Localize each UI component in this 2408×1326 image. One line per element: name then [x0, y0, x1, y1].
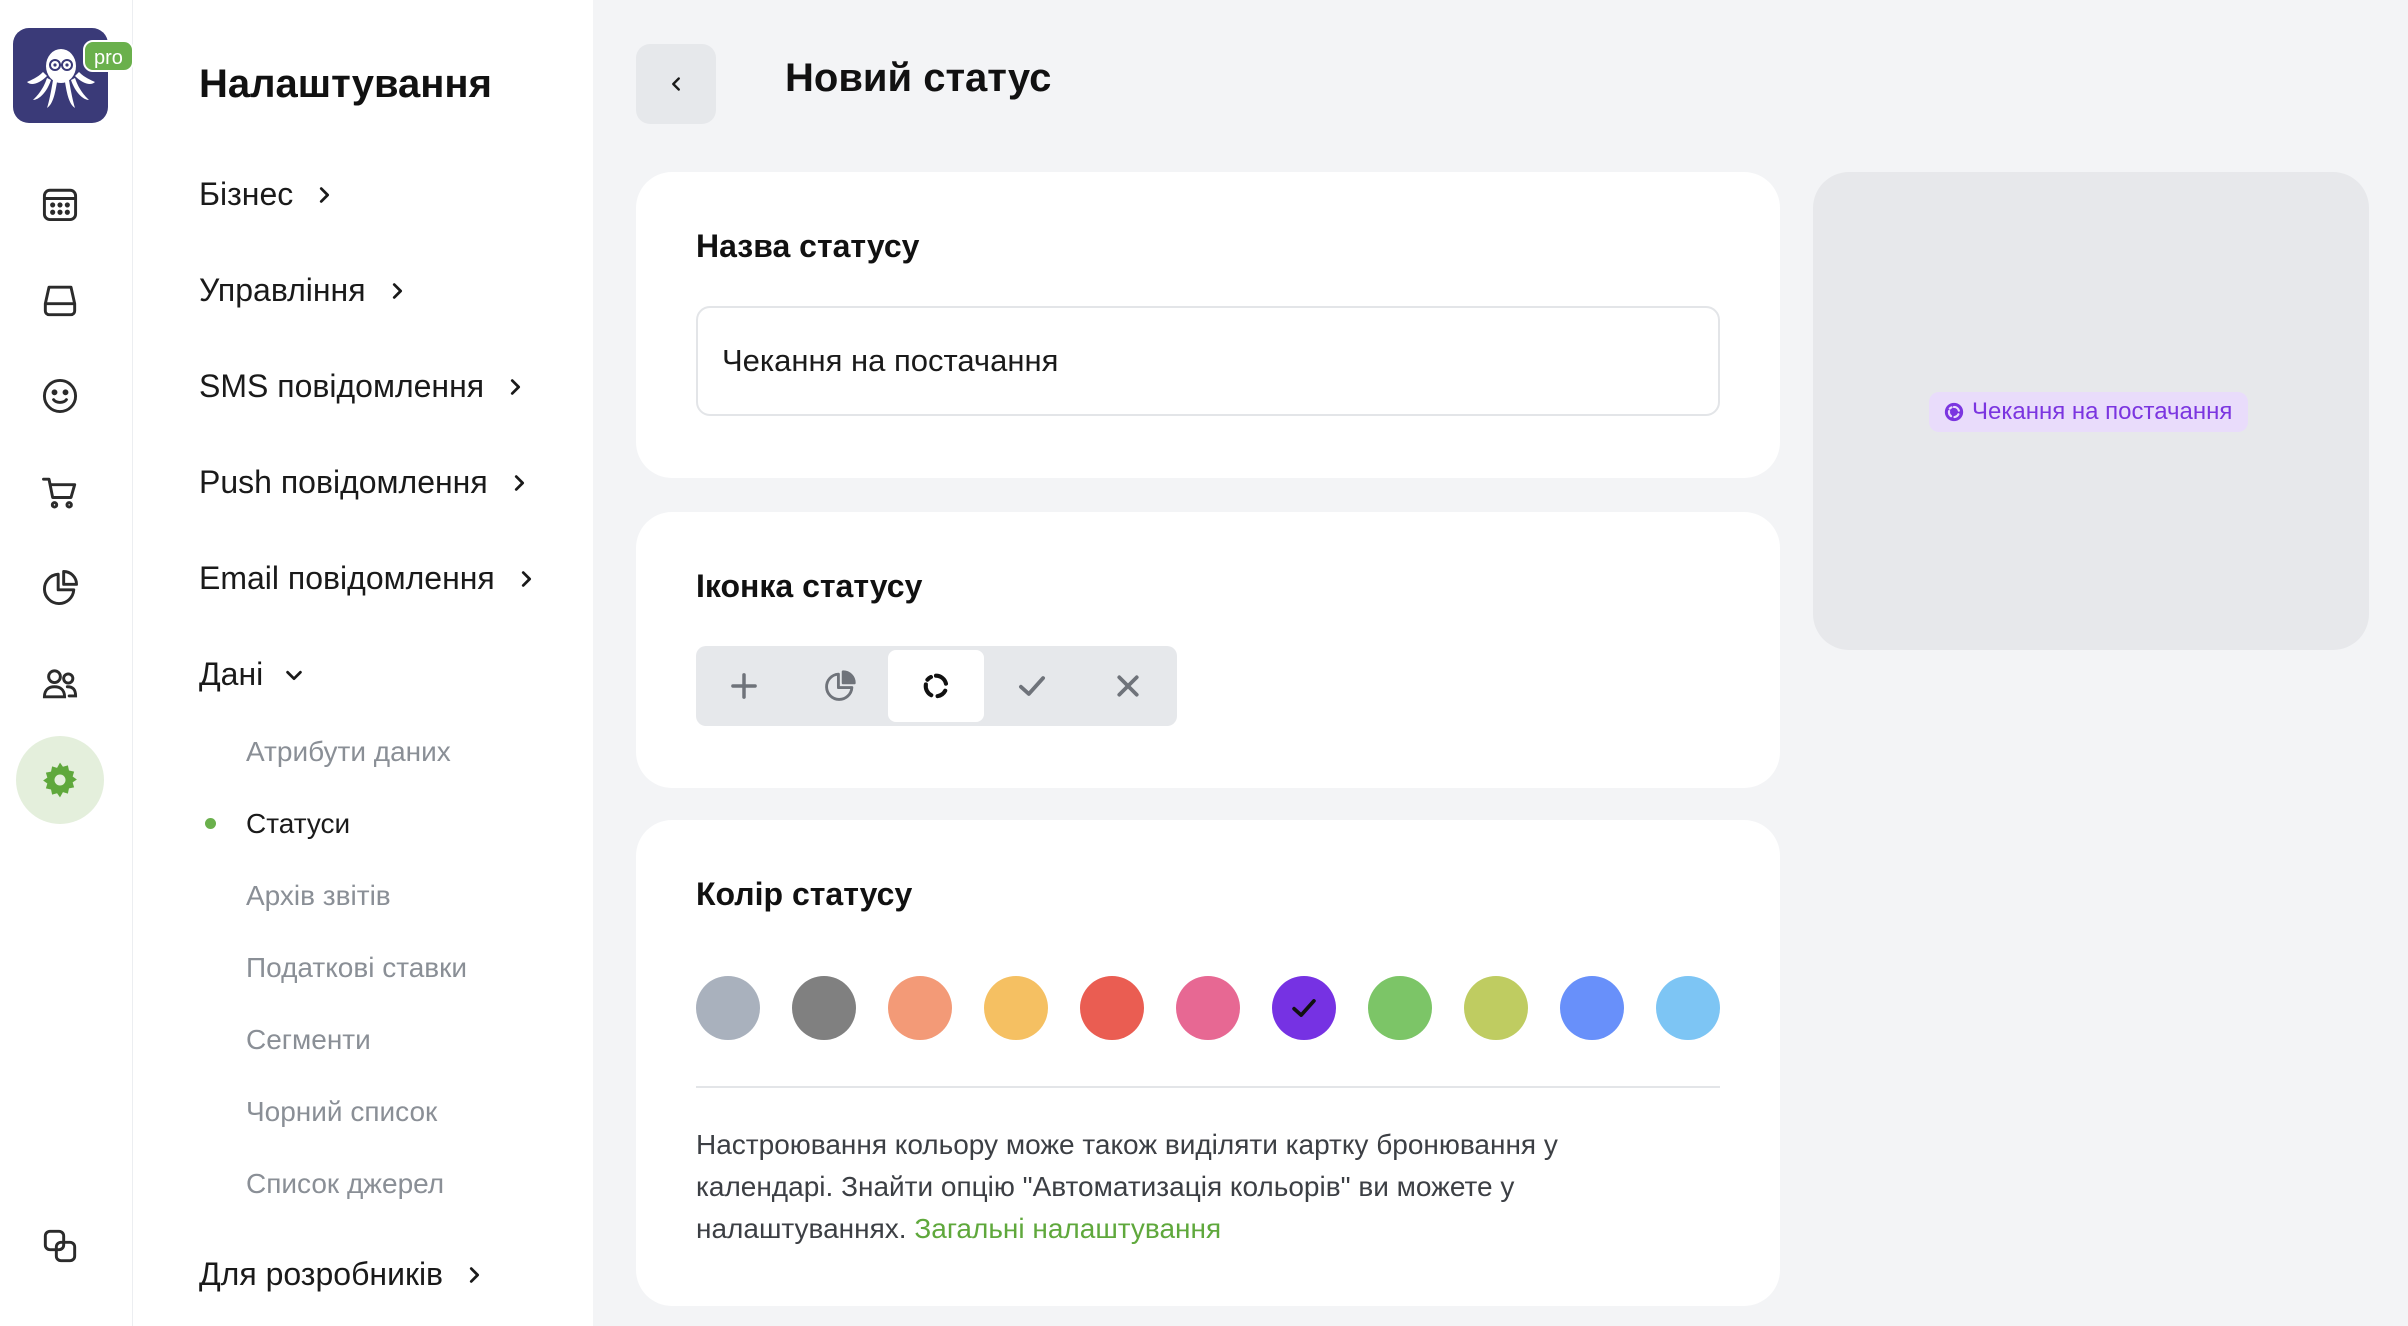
- rail-inbox[interactable]: [16, 256, 104, 344]
- rail-clients[interactable]: [16, 352, 104, 440]
- calendar-icon: [42, 188, 78, 222]
- gear-icon: [43, 762, 77, 798]
- nav-item-email[interactable]: Email повідомлення: [199, 560, 537, 597]
- rail-analytics[interactable]: [16, 544, 104, 632]
- chevron-right-icon: [510, 378, 521, 395]
- nav-item-label: SMS повідомлення: [199, 368, 485, 404]
- nav-item-label: Дані: [199, 656, 264, 692]
- icon-option-close[interactable]: [1080, 650, 1176, 722]
- nav-item-push[interactable]: Push повідомлення: [199, 464, 530, 501]
- color-hint: Настроювання кольору може також виділяти…: [696, 1124, 1656, 1250]
- color-swatch[interactable]: [1560, 976, 1624, 1040]
- rail-shop[interactable]: [16, 448, 104, 536]
- divider: [696, 1086, 1720, 1088]
- color-swatch[interactable]: [984, 976, 1048, 1040]
- nav-item-business[interactable]: Бізнес: [199, 176, 335, 213]
- settings-nav: Налаштування Бізнес Управління SMS повід…: [133, 0, 593, 1326]
- rail-team[interactable]: [16, 640, 104, 728]
- check-icon: [1292, 999, 1316, 1017]
- rail-calendar[interactable]: [16, 160, 104, 248]
- card-title: Назва статусу: [696, 228, 920, 264]
- chevron-left-icon: [672, 77, 680, 91]
- chevron-right-icon: [320, 186, 330, 203]
- nav-item-sms[interactable]: SMS повідомлення: [199, 368, 526, 405]
- smile-icon: [42, 378, 78, 414]
- icon-option-check[interactable]: [984, 650, 1080, 722]
- icon-option-pie[interactable]: [792, 650, 888, 722]
- loading-ring-icon: [1944, 402, 1964, 422]
- close-icon: [1117, 675, 1139, 697]
- general-settings-link[interactable]: Загальні налаштування: [914, 1213, 1221, 1244]
- color-swatch[interactable]: [696, 976, 760, 1040]
- nav-item-label: Email повідомлення: [199, 560, 495, 596]
- status-icon-card: Іконка статусу: [636, 512, 1780, 788]
- nav-sub-segments[interactable]: Сегменти: [246, 1024, 371, 1056]
- plus-icon: [731, 673, 757, 699]
- active-dot: [205, 818, 216, 829]
- inbox-icon: [43, 285, 77, 317]
- copy-icon: [43, 1229, 77, 1263]
- pie-chart-icon: [825, 670, 856, 701]
- chevron-right-icon: [514, 474, 524, 491]
- nav-item-label: Управління: [199, 272, 366, 308]
- loading-ring-icon: [923, 673, 949, 699]
- nav-sub-tax-rates[interactable]: Податкові ставки: [246, 952, 467, 984]
- status-name-card: Назва статусу: [636, 172, 1780, 478]
- status-preview-label: Чекання на постачання: [1972, 398, 2233, 425]
- check-icon: [1019, 676, 1045, 696]
- nav-sub-report-archive[interactable]: Архів звітів: [246, 880, 391, 912]
- card-title: Іконка статусу: [696, 568, 923, 604]
- pro-badge: pro: [83, 40, 134, 72]
- back-button[interactable]: [636, 44, 716, 124]
- chevron-right-icon: [469, 1266, 480, 1283]
- color-swatch[interactable]: [1176, 976, 1240, 1040]
- status-name-input[interactable]: [696, 306, 1720, 416]
- nav-item-management[interactable]: Управління: [199, 272, 408, 309]
- rail-settings[interactable]: [16, 736, 104, 824]
- users-icon: [42, 669, 78, 699]
- app-logo[interactable]: pro: [13, 28, 134, 123]
- nav-item-label: Для розробників: [199, 1256, 444, 1292]
- color-swatch[interactable]: [888, 976, 952, 1040]
- icon-rail: pro: [0, 0, 134, 1326]
- nav-sub-statuses[interactable]: Статуси: [246, 808, 350, 840]
- color-swatch[interactable]: [1656, 976, 1720, 1040]
- nav-item-label: Push повідомлення: [199, 464, 488, 500]
- icon-option-plus[interactable]: [696, 650, 792, 722]
- color-swatch[interactable]: [1368, 976, 1432, 1040]
- pie-chart-icon: [42, 570, 78, 606]
- color-swatches: [696, 976, 1720, 1040]
- nav-sub-sources[interactable]: Список джерел: [246, 1168, 444, 1200]
- status-color-card: Колір статусу Настроювання кольору може …: [636, 820, 1780, 1306]
- color-swatch[interactable]: [1272, 976, 1336, 1040]
- rail-integrations[interactable]: [16, 1202, 104, 1290]
- chevron-right-icon: [392, 282, 402, 299]
- page-title: Новий статус: [785, 56, 1052, 100]
- icon-picker: [696, 646, 1177, 726]
- color-swatch[interactable]: [1464, 976, 1528, 1040]
- nav-item-data[interactable]: Дані: [199, 656, 305, 693]
- cart-icon: [42, 477, 77, 509]
- card-title: Колір статусу: [696, 876, 913, 912]
- nav-item-developers[interactable]: Для розробників: [199, 1256, 485, 1293]
- chevron-right-icon: [521, 570, 531, 587]
- color-swatch[interactable]: [1080, 976, 1144, 1040]
- status-preview-chip: Чекання на постачання: [1929, 392, 2249, 432]
- chevron-down-icon: [286, 670, 303, 680]
- status-preview: Чекання на постачання: [1813, 172, 2369, 650]
- icon-option-loading[interactable]: [888, 650, 984, 722]
- nav-sub-data-attributes[interactable]: Атрибути даних: [246, 736, 451, 768]
- color-swatch[interactable]: [792, 976, 856, 1040]
- nav-item-label: Бізнес: [199, 176, 294, 212]
- nav-sub-blacklist[interactable]: Чорний список: [246, 1096, 437, 1128]
- nav-title: Налаштування: [199, 62, 492, 106]
